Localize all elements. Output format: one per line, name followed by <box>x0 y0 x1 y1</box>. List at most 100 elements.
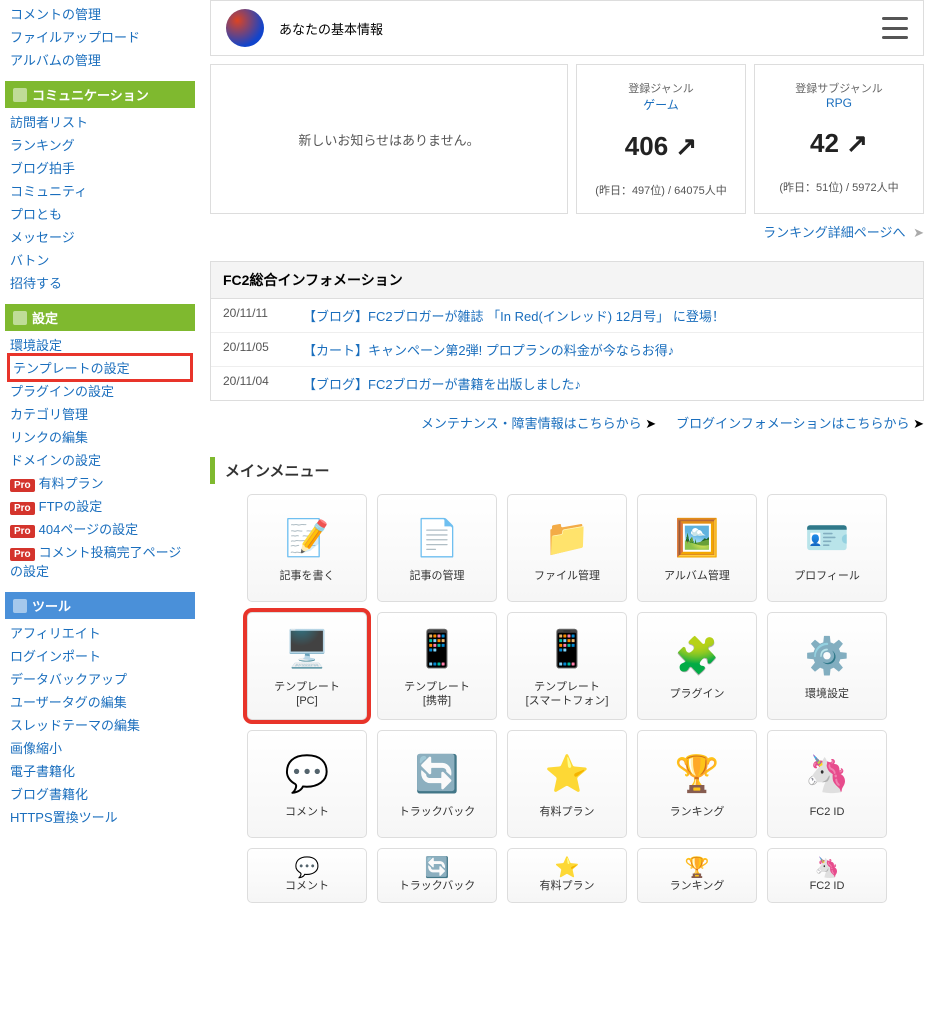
menu-icon: 🦄 <box>802 749 852 799</box>
stat-label: 登録サブジャンル <box>765 80 913 96</box>
pro-badge: Pro <box>10 548 35 561</box>
section-title: 設定 <box>32 308 58 327</box>
sidebar-item[interactable]: ブログ書籍化 <box>10 782 190 805</box>
menu-item[interactable]: 📝 記事を書く <box>247 494 367 602</box>
sidebar-item[interactable]: HTTPS置換ツール <box>10 805 190 828</box>
menu-item[interactable]: 🏆 ランキング <box>637 848 757 903</box>
sidebar-item[interactable]: バトン <box>10 248 190 271</box>
info-footer-link[interactable]: ブログインフォメーションはこちらから <box>676 416 909 431</box>
menu-item[interactable]: 🏆 ランキング <box>637 730 757 838</box>
sidebar-item[interactable]: ログインポート <box>10 644 190 667</box>
stat-category[interactable]: ゲーム <box>587 96 735 113</box>
sidebar-item[interactable]: メッセージ <box>10 225 190 248</box>
stat-category[interactable]: RPG <box>765 96 913 110</box>
info-table: FC2総合インフォメーション 20/11/11 【ブログ】FC2ブロガーが雑誌 … <box>210 261 924 401</box>
info-title-link[interactable]: 【ブログ】FC2ブロガーが書籍を出版しました♪ <box>303 374 581 393</box>
profile-title: あなたの基本情報 <box>279 19 383 38</box>
section-icon <box>13 599 27 613</box>
menu-item[interactable]: 🔄 トラックバック <box>377 730 497 838</box>
main-menu-grid: 📝 記事を書く📄 記事の管理📁 ファイル管理🖼️ アルバム管理🪪 プロフィール 🖥… <box>210 494 924 838</box>
sidebar-item[interactable]: ProFTPの設定 <box>10 494 190 517</box>
sidebar-item[interactable]: プロとも <box>10 202 190 225</box>
menu-label: テンプレート[携帯] <box>404 680 470 709</box>
menu-label: トラックバック <box>399 805 475 819</box>
menu-item[interactable]: 🦄 FC2 ID <box>767 848 887 903</box>
menu-label: ランキング <box>670 879 725 893</box>
stat-box: 登録サブジャンル RPG 42 ↗ (昨日：51位) / 5972人中 <box>754 64 924 214</box>
menu-item[interactable]: 🪪 プロフィール <box>767 494 887 602</box>
menu-item[interactable]: 📱 テンプレート[携帯] <box>377 612 497 720</box>
sidebar-section-header: コミュニケーション <box>5 81 195 108</box>
sidebar-item[interactable]: 電子書籍化 <box>10 759 190 782</box>
sidebar-item[interactable]: 招待する <box>10 271 190 294</box>
menu-label: 有料プラン <box>540 805 595 819</box>
menu-label: プラグイン <box>670 687 725 701</box>
menu-item[interactable]: ⭐ 有料プラン <box>507 730 627 838</box>
avatar[interactable] <box>226 9 264 47</box>
info-date: 20/11/04 <box>223 374 303 393</box>
sidebar-item[interactable]: ユーザータグの編集 <box>10 690 190 713</box>
sidebar-item[interactable]: カテゴリ管理 <box>10 402 190 425</box>
hamburger-menu[interactable] <box>882 17 908 39</box>
sidebar-item[interactable]: Proコメント投稿完了ページの設定 <box>10 540 190 582</box>
sidebar-item[interactable]: 訪問者リスト <box>10 110 190 133</box>
sidebar-link[interactable]: ファイルアップロード <box>10 25 190 48</box>
sidebar-link[interactable]: コメントの管理 <box>10 2 190 25</box>
stat-box: 登録ジャンル ゲーム 406 ↗ (昨日：497位) / 64075人中 <box>576 64 746 214</box>
menu-item[interactable]: 🔄 トラックバック <box>377 848 497 903</box>
sidebar-item[interactable]: 画像縮小 <box>10 736 190 759</box>
menu-icon: 📱 <box>412 624 462 674</box>
menu-item[interactable]: ⚙️ 環境設定 <box>767 612 887 720</box>
sidebar-item[interactable]: Pro404ページの設定 <box>10 517 190 540</box>
pro-badge: Pro <box>10 502 35 515</box>
sidebar-item[interactable]: プラグインの設定 <box>10 379 190 402</box>
sidebar-item[interactable]: スレッドテーマの編集 <box>10 713 190 736</box>
arrow-icon: ➤ <box>909 416 924 431</box>
pro-badge: Pro <box>10 479 35 492</box>
menu-icon: 🖼️ <box>672 513 722 563</box>
notice-box: 新しいお知らせはありません。 <box>210 64 568 214</box>
info-footer-link[interactable]: メンテナンス・障害情報はこちらから <box>421 416 642 431</box>
menu-item[interactable]: 💬 コメント <box>247 848 367 903</box>
menu-label: コメント <box>285 879 329 893</box>
menu-icon: 🔄 <box>412 857 462 877</box>
menu-item[interactable]: 🖼️ アルバム管理 <box>637 494 757 602</box>
sidebar-item[interactable]: データバックアップ <box>10 667 190 690</box>
menu-icon: ⚙️ <box>802 631 852 681</box>
notice-text: 新しいお知らせはありません。 <box>298 130 479 149</box>
menu-item[interactable]: 🖥️ テンプレート[PC] <box>247 612 367 720</box>
menu-label: FC2 ID <box>810 879 845 893</box>
info-title-link[interactable]: 【カート】キャンペーン第2弾! プロプランの料金が今ならお得♪ <box>303 340 674 359</box>
menu-item[interactable]: 💬 コメント <box>247 730 367 838</box>
menu-item[interactable]: ⭐ 有料プラン <box>507 848 627 903</box>
arrow-icon: ➤ <box>642 416 657 431</box>
section-icon <box>13 311 27 325</box>
info-row: 20/11/11 【ブログ】FC2ブロガーが雑誌 「In Red(インレッド) … <box>211 299 923 333</box>
section-title: ツール <box>32 596 71 615</box>
sidebar-item[interactable]: ドメインの設定 <box>10 448 190 471</box>
section-icon <box>13 88 27 102</box>
ranking-detail-link[interactable]: ランキング詳細ページへ <box>763 225 905 240</box>
menu-item[interactable]: 📱 テンプレート[スマートフォン] <box>507 612 627 720</box>
sidebar-item[interactable]: アフィリエイト <box>10 621 190 644</box>
menu-icon: 🏆 <box>672 749 722 799</box>
menu-item[interactable]: 📁 ファイル管理 <box>507 494 627 602</box>
stat-footer: (昨日：51位) / 5972人中 <box>765 179 913 195</box>
sidebar-item[interactable]: ブログ拍手 <box>10 156 190 179</box>
sidebar-item[interactable]: コミュニティ <box>10 179 190 202</box>
arrow-icon: ➤ <box>913 225 924 240</box>
menu-item[interactable]: 🧩 プラグイン <box>637 612 757 720</box>
menu-icon: ⭐ <box>542 857 592 877</box>
menu-item[interactable]: 📄 記事の管理 <box>377 494 497 602</box>
sidebar-item[interactable]: リンクの編集 <box>10 425 190 448</box>
info-title-link[interactable]: 【ブログ】FC2ブロガーが雑誌 「In Red(インレッド) 12月号」 に登場… <box>303 306 725 325</box>
menu-item[interactable]: 🦄 FC2 ID <box>767 730 887 838</box>
sidebar-item[interactable]: ランキング <box>10 133 190 156</box>
menu-label: ランキング <box>670 805 725 819</box>
sidebar-item[interactable]: Pro有料プラン <box>10 471 190 494</box>
sidebar-link[interactable]: アルバムの管理 <box>10 48 190 71</box>
menu-icon: 🖥️ <box>282 624 332 674</box>
sidebar-item[interactable]: テンプレートの設定 <box>13 356 187 379</box>
main-content: あなたの基本情報 新しいお知らせはありません。 登録ジャンル ゲーム 406 ↗… <box>210 0 924 903</box>
menu-label: 有料プラン <box>540 879 595 893</box>
